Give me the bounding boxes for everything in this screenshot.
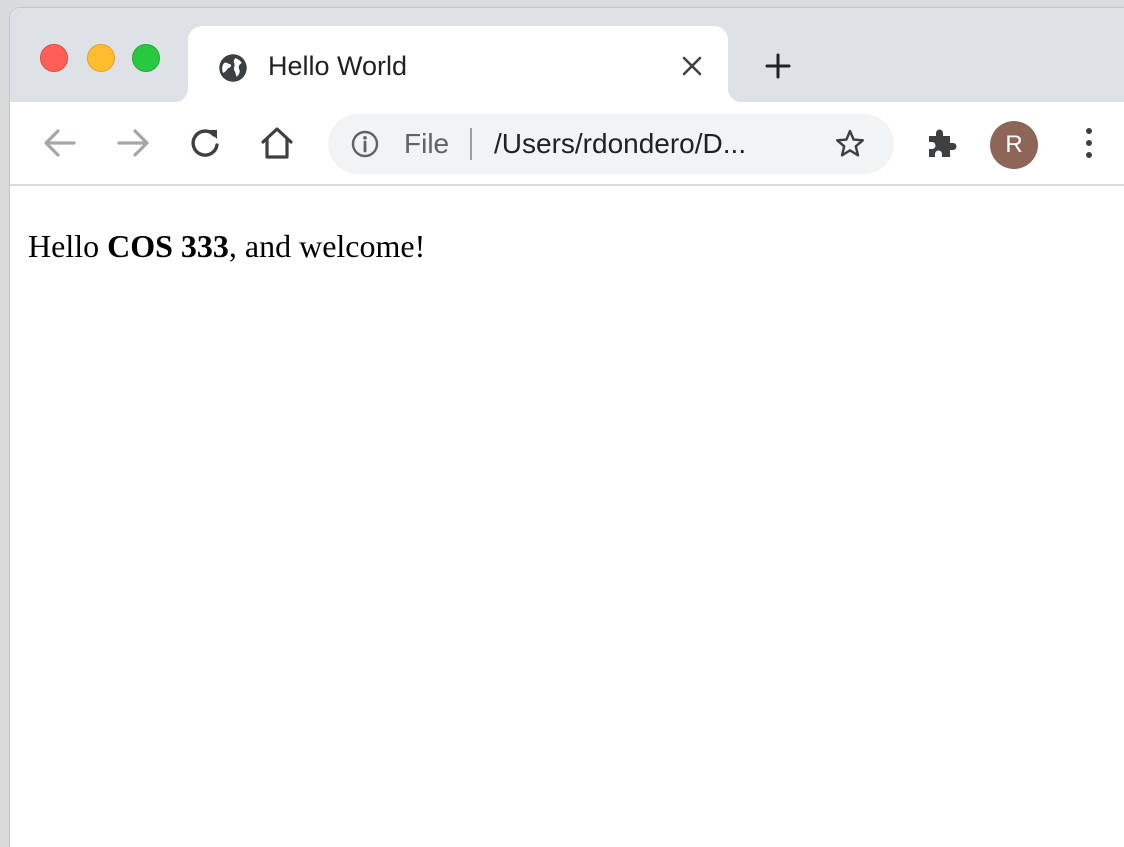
greeting-prefix: Hello [28,228,108,264]
close-window-button[interactable] [40,44,68,72]
address-bar[interactable]: File /Users/rdondero/D... [328,114,894,174]
browser-window: Hello World File /Users/rdondero/D... R … [10,8,1124,847]
minimize-window-button[interactable] [87,44,115,72]
greeting-text: Hello COS 333, and welcome! [28,226,425,266]
url-text[interactable]: /Users/rdondero/D... [494,128,746,160]
kebab-menu-icon [1086,128,1092,158]
new-tab-button[interactable] [758,46,798,86]
tab-hello-world[interactable]: Hello World [174,26,742,102]
profile-avatar[interactable]: R [990,121,1038,169]
menu-button[interactable] [1066,120,1112,166]
title-bar: Hello World [10,8,1124,102]
arrow-right-icon [117,129,149,157]
scheme-label: File [404,128,450,159]
close-icon [682,56,702,76]
puzzle-icon [929,129,957,157]
forward-button[interactable] [110,120,156,166]
star-icon[interactable] [834,128,866,160]
home-button[interactable] [254,120,300,166]
address-divider [470,128,472,160]
greeting-course: COS 333 [107,228,229,264]
globe-icon [219,54,247,82]
reload-icon [191,129,219,157]
greeting-suffix: , and welcome! [228,228,426,264]
reload-button[interactable] [182,120,228,166]
info-icon[interactable] [350,129,380,159]
plus-icon [765,53,791,79]
zoom-window-button[interactable] [132,44,160,72]
tab-title: Hello World [268,51,408,81]
home-icon [261,127,293,159]
page-content: Hello COS 333, and welcome! [10,186,1124,847]
extensions-button[interactable] [918,120,964,166]
browser-toolbar: File /Users/rdondero/D... R [10,102,1124,186]
arrow-left-icon [44,129,76,157]
tab-close-button[interactable] [676,50,708,82]
back-button[interactable] [37,120,83,166]
